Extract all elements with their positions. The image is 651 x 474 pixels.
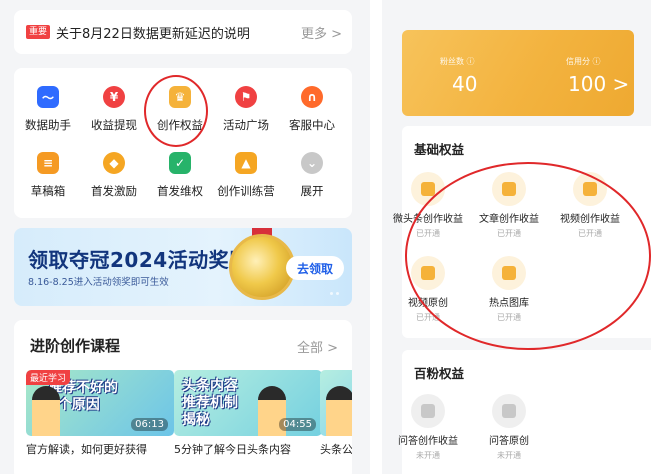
fans-label: 粉丝数 ⓘ	[440, 57, 475, 66]
flame-icon: ◆	[103, 152, 125, 174]
score-card: 粉丝数 ⓘ 40 信用分 ⓘ 100 >	[402, 30, 634, 116]
perk-status: 未开通	[497, 451, 521, 460]
courses-all-link[interactable]: 全部 >	[297, 337, 338, 356]
tool-label: 数据助手	[25, 118, 71, 132]
activity-banner[interactable]: 领取夺冠2024活动奖励 8.16-8.25进入活动领奖即可生效 去领取	[14, 228, 352, 306]
tool-label: 收益提现	[91, 118, 137, 132]
more-link[interactable]: 更多 >	[301, 23, 342, 42]
claim-button[interactable]: 去领取	[286, 256, 344, 280]
credit-value[interactable]: 100 >	[568, 72, 629, 96]
presenter-image	[326, 386, 352, 436]
tool-item[interactable]: 〜数据助手	[16, 86, 80, 140]
course-thumbnail[interactable]: 头条内容 推荐机制 揭秘 04:55	[174, 370, 322, 436]
tool-label: 客服中心	[289, 118, 335, 132]
tool-label: 创作训练营	[217, 184, 275, 198]
course-thumbnail[interactable]: 推荐不好的 5个原因 最近学习 06:13	[26, 370, 174, 436]
graduation-cap-icon: ▲	[235, 152, 257, 174]
perk-icon-circle	[492, 394, 526, 428]
banner-title: 领取夺冠2024活动奖励	[28, 248, 250, 272]
important-tag: 重要	[26, 25, 51, 39]
qa-icon	[421, 404, 435, 418]
hundred-fans-rights-section: 百粉权益 问答创作收益 未开通 问答原创 未开通	[398, 350, 651, 474]
tool-label: 展开	[300, 184, 324, 198]
question-icon	[502, 404, 516, 418]
tool-item[interactable]: ▲ 创作训练营	[214, 152, 278, 206]
yuan-icon: ¥	[103, 86, 125, 108]
courses-title: 进阶创作课程	[30, 337, 121, 355]
flag-icon: ⚑	[235, 86, 257, 108]
recent-badge: 最近学习	[26, 370, 71, 385]
perk-icon-circle	[411, 394, 445, 428]
fans-value: 40	[452, 72, 478, 96]
tool-item[interactable]: ⌄ 展开	[280, 152, 344, 206]
notice-text[interactable]: 关于8月22日数据更新延迟的说明	[56, 23, 301, 42]
tool-item[interactable]: ¥ 收益提现	[82, 86, 146, 140]
perk-status: 未开通	[416, 451, 440, 460]
creator-home-panel: 重要 关于8月22日数据更新延迟的说明 更多 > 〜数据助手 ¥ 收益提现 ♛ 创作权益…	[0, 0, 370, 474]
perk-item[interactable]: 问答创作收益 未开通	[388, 394, 468, 461]
perk-item[interactable]: 问答原创 未开通	[469, 394, 549, 461]
courses-section: 进阶创作课程 全部 > 推荐不好的 5个原因 最近学习 06:13 官方解读，如…	[14, 320, 352, 474]
tool-item[interactable]: ✓ 首发维权	[148, 152, 212, 206]
panel-divider	[370, 0, 382, 474]
annotation-circle	[144, 75, 208, 147]
hundred-fans-rights-title: 百粉权益	[414, 366, 465, 381]
draft-icon: ≡	[37, 152, 59, 174]
course-title[interactable]: 5分钟了解今日头条内容	[174, 442, 324, 457]
tool-item[interactable]: ⚑ 活动广场	[214, 86, 278, 140]
course-title[interactable]: 官方解读，如何更好获得	[26, 442, 176, 457]
notice-bar[interactable]: 重要 关于8月22日数据更新延迟的说明 更多 >	[14, 10, 352, 54]
tool-label: 草稿箱	[30, 184, 66, 198]
document-icon	[421, 182, 435, 196]
perk-label: 问答原创	[489, 436, 529, 447]
credit-label: 信用分 ⓘ	[566, 57, 601, 66]
annotation-circle	[405, 162, 651, 350]
course-title[interactable]: 头条公	[320, 442, 352, 457]
presenter-image	[32, 386, 60, 436]
shield-icon: ✓	[169, 152, 191, 174]
carousel-dots	[330, 292, 339, 295]
tool-item[interactable]: ≡ 草稿箱	[16, 152, 80, 206]
tool-label: 首发激励	[91, 184, 137, 198]
perk-label: 问答创作收益	[398, 436, 458, 447]
tool-label: 活动广场	[223, 118, 269, 132]
chart-icon: 〜	[37, 86, 59, 108]
banner-subtitle: 8.16-8.25进入活动领奖即可生效	[28, 277, 169, 288]
duration-label: 04:55	[279, 418, 316, 431]
course-thumbnail[interactable]	[320, 370, 352, 436]
tool-item[interactable]: ◆ 首发激励	[82, 152, 146, 206]
basic-rights-title: 基础权益	[414, 142, 465, 157]
duration-label: 06:13	[131, 418, 168, 431]
tool-label: 首发维权	[157, 184, 203, 198]
thumbnail-text: 头条内容 推荐机制 揭秘	[182, 378, 238, 428]
headset-icon: ∩	[301, 86, 323, 108]
expand-icon: ⌄	[301, 152, 323, 174]
tool-item[interactable]: ∩ 客服中心	[280, 86, 344, 140]
